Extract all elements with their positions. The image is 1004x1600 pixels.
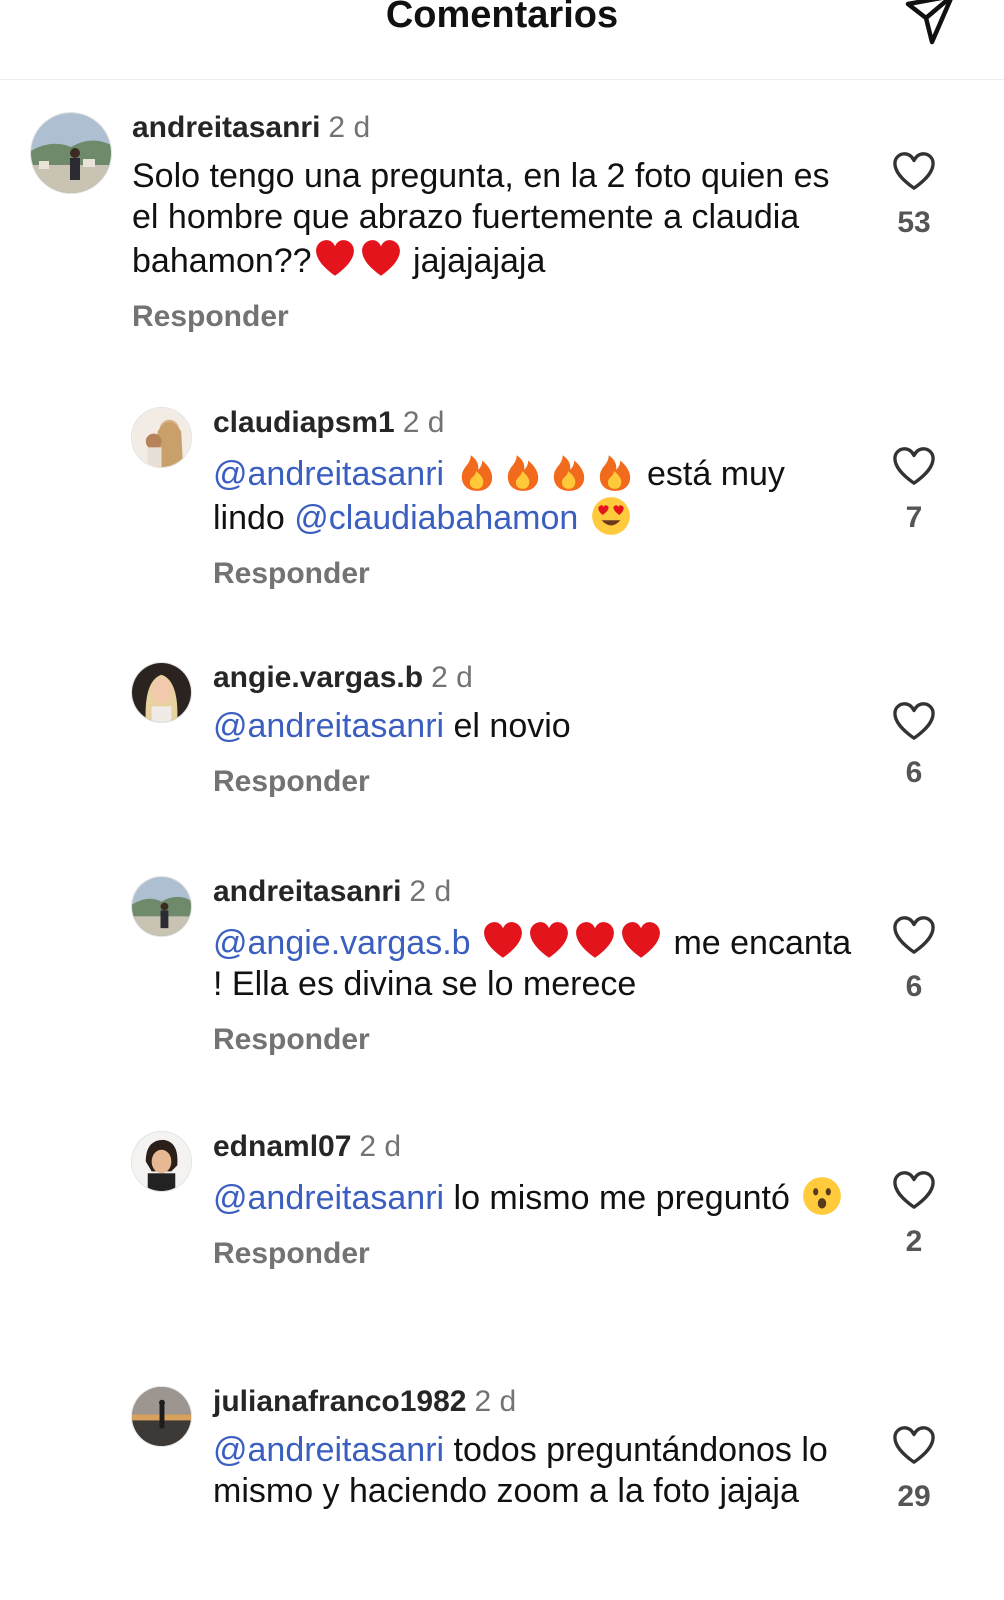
fire-emoji (594, 451, 636, 493)
comment-text: @andreitasanri lo mismo me preguntó (213, 1175, 853, 1219)
comment-content: andreitasanri 2 d Solo tengo una pregunta… (132, 110, 852, 334)
red-heart-emoji (528, 920, 570, 962)
avatar[interactable] (131, 1386, 192, 1447)
comments-screen: Comentarios andreitasanri 2 d Solo tengo … (0, 0, 1004, 1600)
heart-icon[interactable] (891, 445, 937, 487)
avatar-image (132, 877, 191, 936)
comment-time: 2 d (402, 406, 445, 439)
avatar[interactable] (131, 407, 192, 468)
fire-emoji (456, 451, 498, 493)
heart-icon[interactable] (891, 150, 937, 192)
avatar-image (31, 113, 111, 193)
comment-text: Solo tengo una pregunta, en la 2 foto qu… (132, 156, 852, 282)
like-count: 6 (905, 970, 923, 1003)
like-count: 7 (905, 501, 923, 534)
like-control: 7 (889, 445, 939, 535)
red-heart-emoji (482, 920, 524, 962)
mention-link[interactable]: @angie.vargas.b (213, 924, 471, 962)
avatar[interactable] (131, 1131, 192, 1192)
like-control: 6 (889, 700, 939, 790)
avatar[interactable] (131, 662, 192, 723)
page-title: Comentarios (385, 0, 619, 36)
comment-username[interactable]: claudiapsm1 (213, 406, 395, 439)
heart-icon[interactable] (891, 914, 937, 956)
comment-content: julianafranco1982 2 d @andreitasanri todo… (213, 1384, 853, 1512)
avatar-image (132, 1387, 191, 1446)
like-control: 6 (889, 914, 939, 1004)
comment-username[interactable]: andreitasanri (132, 111, 320, 144)
like-control: 29 (889, 1424, 939, 1514)
comment-username[interactable]: julianafranco1982 (213, 1385, 466, 1418)
heart-icon[interactable] (891, 700, 937, 742)
like-control: 2 (889, 1169, 939, 1259)
heart-eyes-emoji (590, 495, 632, 537)
comment-text: @andreitasanri todos preguntándonos lo m… (213, 1430, 853, 1512)
comment-content: ednaml07 2 d @andreitasanri lo mismo me p… (213, 1129, 853, 1271)
reply-button[interactable]: Responder (213, 1023, 370, 1057)
comment-username[interactable]: angie.vargas.b (213, 661, 423, 694)
red-heart-emoji (620, 920, 662, 962)
like-count: 29 (897, 1480, 931, 1513)
mention-link[interactable]: @andreitasanri (213, 455, 444, 493)
comment-text: @angie.vargas.b me encanta ! Ella es div… (213, 920, 853, 1005)
fire-emoji (548, 451, 590, 493)
surprised-face-emoji (801, 1175, 843, 1217)
comment-text-part: jajajajaja (403, 242, 546, 280)
avatar-image (132, 663, 191, 722)
red-heart-emoji (314, 238, 356, 280)
comment-text: @andreitasanri el novio (213, 706, 853, 747)
comment-content: claudiapsm1 2 d @andreitasanri está muy l… (213, 405, 853, 591)
mention-link[interactable]: @claudiabahamon (294, 499, 578, 537)
comment-time: 2 d (431, 661, 473, 694)
red-heart-emoji (360, 238, 402, 280)
comment-time: 2 d (474, 1385, 517, 1418)
comment-time: 2 d (328, 111, 371, 144)
avatar-image (132, 408, 191, 467)
like-count: 53 (897, 206, 931, 239)
comment-content: andreitasanri 2 d @angie.vargas.b me enca… (213, 874, 853, 1057)
like-count: 2 (905, 1225, 923, 1258)
comment-time: 2 d (359, 1130, 402, 1163)
mention-link[interactable]: @andreitasanri (213, 1431, 444, 1469)
paper-plane-icon[interactable] (902, 0, 958, 46)
like-count: 6 (905, 756, 923, 789)
like-control: 53 (889, 150, 939, 240)
comment-text-part: el novio (444, 707, 571, 745)
red-heart-emoji (574, 920, 616, 962)
reply-button[interactable]: Responder (213, 557, 370, 591)
mention-link[interactable]: @andreitasanri (213, 707, 444, 745)
comment-text-part: lo mismo me preguntó (444, 1179, 790, 1217)
comment-time: 2 d (409, 875, 452, 908)
avatar[interactable] (30, 112, 112, 194)
comment-text: @andreitasanri está muy lindo @claudiaba… (213, 451, 853, 539)
comment-username[interactable]: andreitasanri (213, 875, 401, 908)
avatar-image (132, 1132, 191, 1191)
fire-emoji (502, 451, 544, 493)
avatar[interactable] (131, 876, 192, 937)
heart-icon[interactable] (891, 1169, 937, 1211)
heart-icon[interactable] (891, 1424, 937, 1466)
reply-button[interactable]: Responder (213, 765, 370, 799)
reply-button[interactable]: Responder (213, 1237, 370, 1271)
header: Comentarios (0, 0, 1004, 80)
comment-username[interactable]: ednaml07 (213, 1130, 351, 1163)
comment-content: angie.vargas.b 2 d @andreitasanri el novi… (213, 660, 853, 799)
mention-link[interactable]: @andreitasanri (213, 1179, 444, 1217)
reply-button[interactable]: Responder (132, 300, 289, 334)
